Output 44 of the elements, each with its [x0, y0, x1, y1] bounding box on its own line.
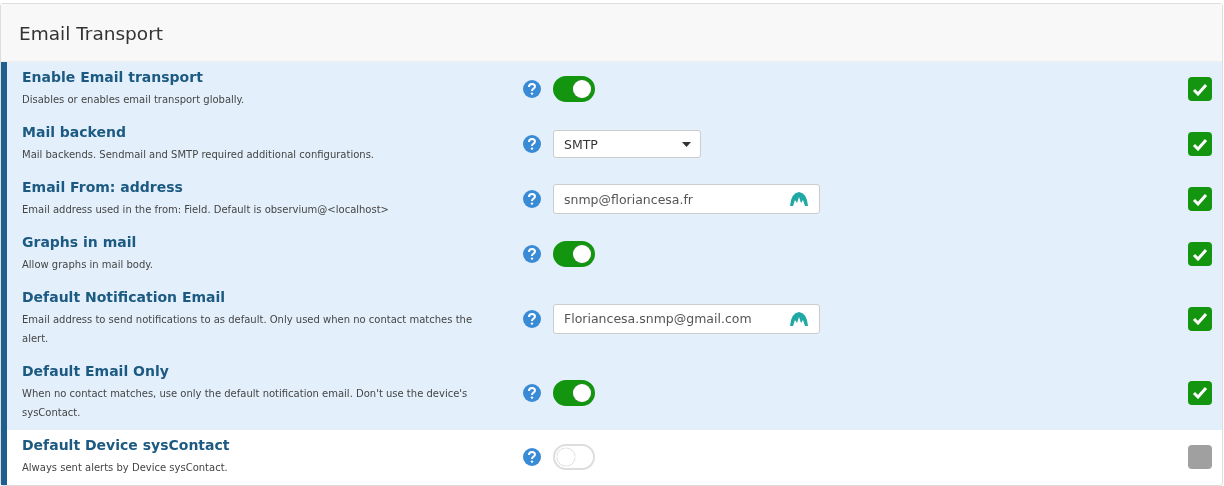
- help-icon[interactable]: [523, 448, 541, 466]
- backend-dropdown[interactable]: SMTP: [553, 130, 701, 158]
- help-icon[interactable]: [523, 309, 541, 328]
- setting-label: Default Device sysContact: [22, 437, 231, 453]
- setting-description: Always sent alerts by Device sysContact.: [22, 461, 229, 475]
- setting-label: Mail backend: [22, 124, 128, 140]
- panel-title: Email Transport: [1, 4, 1222, 62]
- help-icon[interactable]: [523, 383, 541, 402]
- toggle-switch[interactable]: [553, 241, 595, 267]
- checkbox[interactable]: [1188, 445, 1212, 469]
- setting-description: Allow graphs in mail body.: [22, 258, 154, 272]
- check-icon: [1192, 247, 1208, 261]
- help-icon[interactable]: [523, 245, 541, 263]
- check-icon: [1192, 137, 1208, 151]
- setting-label: Enable Email transport: [22, 69, 204, 85]
- peak-icon[interactable]: [789, 191, 809, 207]
- help-icon[interactable]: [523, 80, 541, 98]
- setting-label: Graphs in mail: [22, 234, 138, 250]
- setting-description: Email address to send notifications to as default. Only used when no contact matches the alert.: [22, 313, 474, 346]
- setting-description: Disables or enables email transport globally.: [22, 93, 246, 107]
- checkbox[interactable]: [1188, 242, 1212, 266]
- caret-icon: [682, 141, 691, 147]
- check-icon: [1192, 192, 1208, 206]
- setting-description: When no contact matches, use only the default notification email. Don't use the device's sysContact.: [22, 387, 469, 420]
- check-icon: [1192, 82, 1208, 96]
- help-icon[interactable]: [523, 135, 541, 153]
- checkbox[interactable]: [1188, 187, 1212, 211]
- setting-label: Default Email Only: [22, 363, 170, 379]
- input-field[interactable]: Floriancesa.snmp@gmail.com: [553, 303, 820, 334]
- check-icon: [1192, 386, 1208, 399]
- checkbox[interactable]: [1188, 380, 1212, 405]
- check-icon: [1192, 312, 1208, 325]
- checkbox[interactable]: [1188, 77, 1212, 101]
- setting-description: Email address used in the from: Field. Default is observium@<localhost>: [22, 203, 390, 217]
- setting-description: Mail backends. Sendmail and SMTP required additional configurations.: [22, 148, 376, 162]
- toggle-switch[interactable]: [553, 76, 595, 102]
- checkbox[interactable]: [1188, 306, 1212, 331]
- help-icon[interactable]: [523, 190, 541, 208]
- setting-label: Email From: address: [22, 179, 184, 195]
- toggle-switch[interactable]: [553, 379, 595, 406]
- checkbox[interactable]: [1188, 132, 1212, 156]
- setting-label: Default Notification Email: [22, 289, 227, 305]
- input-field[interactable]: snmp@floriancesa.fr: [553, 184, 820, 214]
- peak-icon[interactable]: [789, 310, 809, 327]
